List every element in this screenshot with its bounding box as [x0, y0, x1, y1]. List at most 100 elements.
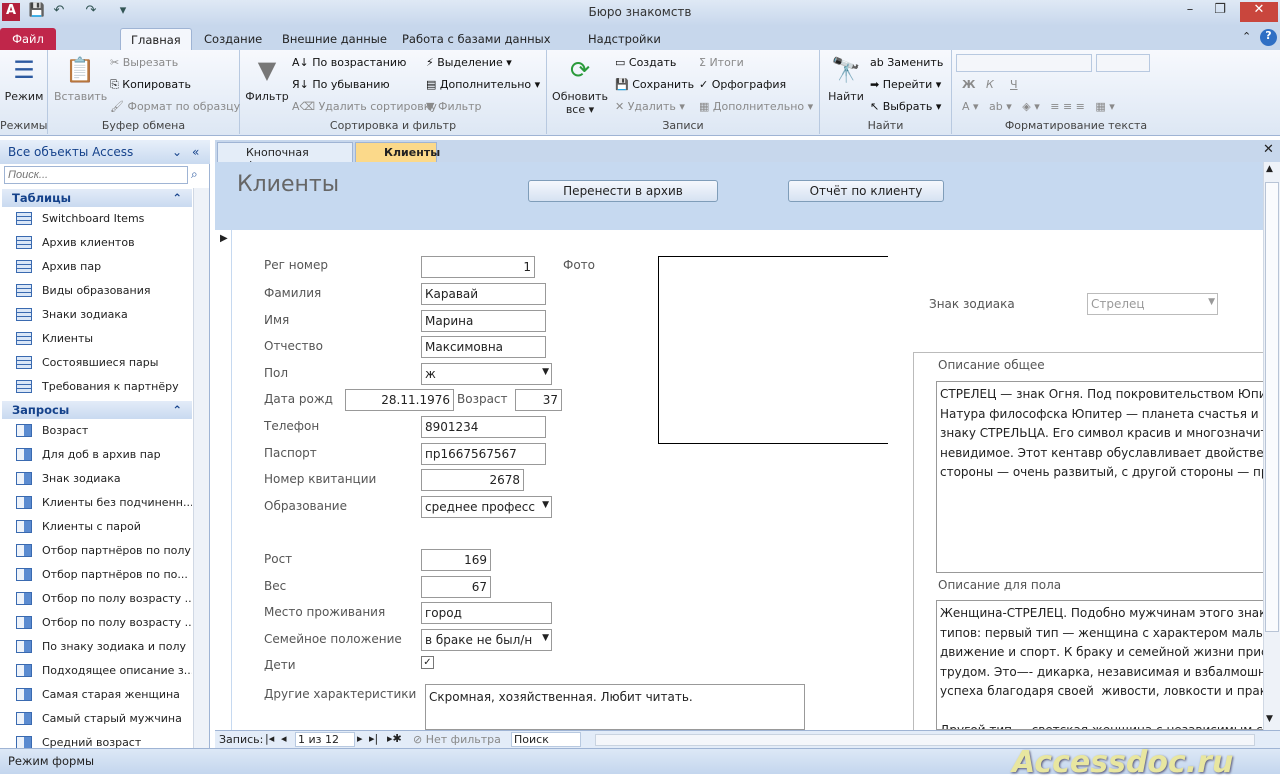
nav-item-table[interactable]: Клиенты	[2, 327, 192, 351]
field-reg[interactable]: 1	[421, 256, 535, 278]
record-position-input[interactable]: 1 из 12	[295, 732, 355, 747]
nav-item-query[interactable]: Клиенты без подчиненн...	[2, 491, 192, 515]
dropdown-arrow-icon[interactable]: ▼	[542, 633, 549, 643]
font-color-button[interactable]: A ▾ ab ▾ ◈ ▾ ≡ ≡ ≡ ▦ ▾	[962, 100, 1115, 113]
nav-search-input[interactable]	[4, 166, 188, 184]
close-doc-icon[interactable]: ✕	[1263, 142, 1274, 157]
field-marital[interactable]: в браке не был/н ▼	[421, 629, 552, 651]
nav-section-queries[interactable]: Запросы ⌃	[2, 401, 192, 419]
field-first[interactable]: Марина	[421, 310, 546, 332]
nav-item-query[interactable]: Знак зодиака	[2, 467, 192, 491]
record-search-input[interactable]: Поиск	[511, 732, 581, 747]
record-selector[interactable]: ▶	[215, 230, 232, 730]
field-receipt[interactable]: 2678	[421, 469, 524, 491]
scroll-thumb[interactable]	[1265, 182, 1279, 632]
font-name-select[interactable]	[956, 54, 1092, 72]
cut-button[interactable]: ✂ Вырезать	[110, 56, 178, 69]
field-sex[interactable]: ж ▼	[421, 363, 552, 385]
scroll-up-icon[interactable]: ▲	[1266, 164, 1273, 174]
selection-button[interactable]: ⚡ Выделение ▾	[426, 56, 512, 69]
paste-button[interactable]: 📋 Вставить	[54, 54, 107, 103]
save-record-button[interactable]: 💾 Сохранить	[615, 78, 694, 91]
archive-button[interactable]: Перенести в архив	[528, 180, 718, 202]
tab-addins[interactable]: Надстройки	[578, 28, 671, 50]
nav-item-table[interactable]: Знаки зодиака	[2, 303, 192, 327]
field-residence[interactable]: город	[421, 602, 552, 624]
field-weight[interactable]: 67	[421, 576, 491, 598]
field-desc-sex[interactable]: Женщина-СТРЕЛЕЦ. Подобно мужчинам этого …	[936, 600, 1264, 730]
new-record-button[interactable]: ▭ Создать	[615, 56, 676, 69]
field-edu[interactable]: среднее професс ▼	[421, 496, 552, 518]
collapse-section-icon[interactable]: ⌃	[172, 191, 182, 205]
tab-file[interactable]: Файл	[0, 28, 56, 50]
goto-button[interactable]: ➡ Перейти ▾	[870, 78, 941, 91]
minimize-button[interactable]: –	[1176, 2, 1204, 22]
nav-item-query[interactable]: Клиенты с парой	[2, 515, 192, 539]
refresh-all-button[interactable]: ⟳ Обновить все ▾	[551, 54, 609, 116]
nav-scrollbar[interactable]	[193, 188, 209, 748]
underline-button[interactable]: Ч	[1010, 78, 1018, 91]
field-age[interactable]: 37	[515, 389, 562, 411]
first-record-button[interactable]: |◂	[265, 732, 274, 745]
field-desc-general[interactable]: СТРЕЛЕЦ — знак Огня. Под покровительство…	[936, 381, 1264, 573]
tab-database-tools[interactable]: Работа с базами данных	[392, 28, 561, 50]
nav-item-query[interactable]: Отбор партнёров по полу	[2, 539, 192, 563]
field-zodiac[interactable]: Стрелец ▼	[1087, 293, 1218, 315]
italic-button[interactable]: К	[986, 78, 994, 91]
nav-item-query[interactable]: По знаку зодиака и полу	[2, 635, 192, 659]
sort-asc-button[interactable]: A↓ По возрастанию	[292, 56, 406, 69]
nav-item-query[interactable]: Возраст	[2, 419, 192, 443]
more-records-button[interactable]: ▦ Дополнительно ▾	[699, 100, 813, 113]
close-button[interactable]: ✕	[1240, 2, 1278, 22]
nav-item-query[interactable]: Самый старый мужчина	[2, 707, 192, 731]
spelling-button[interactable]: ✓ Орфография	[699, 78, 786, 91]
advanced-filter-button[interactable]: ▤ Дополнительно ▾	[426, 78, 540, 91]
form-scrollbar[interactable]: ▲ ▼	[1263, 162, 1280, 730]
nav-item-query[interactable]: Подходящее описание з...	[2, 659, 192, 683]
help-icon[interactable]: ?	[1260, 29, 1277, 46]
maximize-button[interactable]: ❐	[1206, 2, 1234, 22]
nav-item-table[interactable]: Виды образования	[2, 279, 192, 303]
field-other[interactable]: Скромная, хозяйственная. Любит читать.	[425, 684, 805, 730]
last-record-button[interactable]: ▸|	[369, 732, 378, 745]
sort-desc-button[interactable]: Я↓ По убыванию	[292, 78, 390, 91]
next-record-button[interactable]: ▸	[357, 732, 363, 745]
field-height[interactable]: 169	[421, 549, 491, 571]
new-record-nav-button[interactable]: ▸✱	[387, 732, 402, 745]
nav-menu-icon[interactable]: ⌄	[172, 145, 182, 159]
nav-item-query[interactable]: Отбор партнёров по по...	[2, 563, 192, 587]
mode-button[interactable]: ☰ Режим	[4, 54, 44, 103]
nav-item-table[interactable]: Архив клиентов	[2, 231, 192, 255]
select-button[interactable]: ↖ Выбрать ▾	[870, 100, 941, 113]
totals-button[interactable]: Σ Итоги	[699, 56, 744, 69]
collapse-nav-icon[interactable]: «	[192, 145, 199, 159]
bold-button[interactable]: Ж	[962, 78, 975, 91]
nav-item-table[interactable]: Состоявшиеся пары	[2, 351, 192, 375]
field-last[interactable]: Каравай	[421, 283, 546, 305]
nav-item-query[interactable]: Для доб в архив пар	[2, 443, 192, 467]
find-button[interactable]: 🔭 Найти	[824, 54, 868, 103]
scroll-down-icon[interactable]: ▼	[1266, 714, 1273, 724]
tab-home[interactable]: Главная	[120, 28, 192, 50]
nav-item-table[interactable]: Требования к партнёру	[2, 375, 192, 399]
filter-status[interactable]: ⊘ Нет фильтра	[413, 733, 501, 746]
nav-item-query[interactable]: Самая старая женщина	[2, 683, 192, 707]
doc-tab-clients[interactable]: Клиенты	[355, 142, 440, 162]
dropdown-arrow-icon[interactable]: ▼	[1208, 297, 1215, 307]
dropdown-arrow-icon[interactable]: ▼	[542, 367, 549, 377]
remove-sort-button[interactable]: A⌫ Удалить сортировку	[292, 100, 437, 113]
toggle-filter-button[interactable]: ▼ Фильтр	[426, 100, 482, 113]
nav-header[interactable]: Все объекты Access ⌄ «	[0, 140, 210, 164]
photo-frame[interactable]	[658, 256, 888, 444]
collapse-ribbon-icon[interactable]: ⌃	[1242, 30, 1251, 43]
search-icon[interactable]: ⌕	[191, 167, 198, 182]
format-painter-button[interactable]: 🖌 Формат по образцу	[110, 100, 240, 113]
field-middle[interactable]: Максимовна	[421, 336, 546, 358]
nav-item-table[interactable]: Switchboard Items	[2, 207, 192, 231]
delete-record-button[interactable]: ✕ Удалить ▾	[615, 100, 685, 113]
prev-record-button[interactable]: ◂	[281, 732, 287, 745]
nav-item-query[interactable]: Отбор по полу возрасту ...	[2, 611, 192, 635]
field-dob[interactable]: 28.11.1976	[345, 389, 454, 411]
dropdown-arrow-icon[interactable]: ▼	[542, 500, 549, 510]
font-size-select[interactable]	[1096, 54, 1150, 72]
